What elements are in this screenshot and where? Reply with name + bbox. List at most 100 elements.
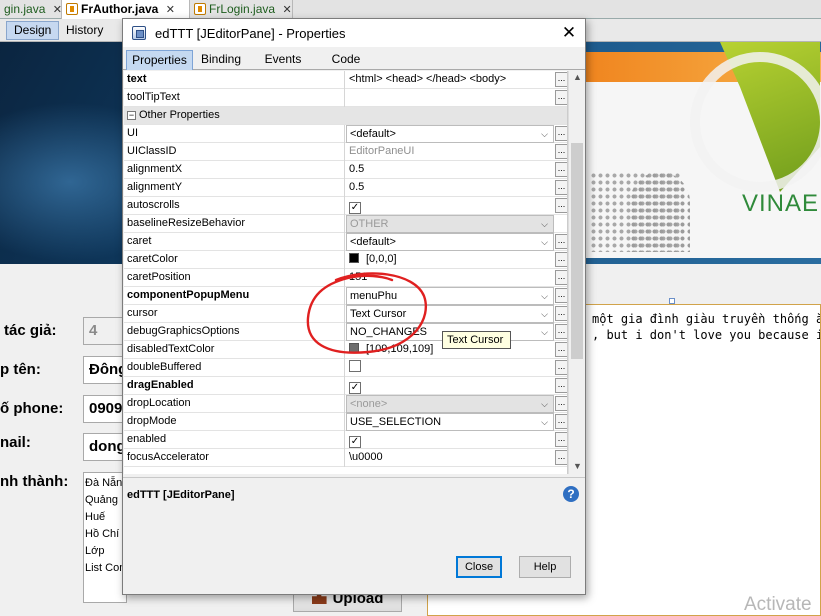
tab-events[interactable]: Events [253, 50, 313, 70]
property-row[interactable]: doubleBuffered... [124, 359, 567, 377]
property-value[interactable]: <default> ⌵ [346, 233, 554, 251]
property-row[interactable]: UI <default> ⌵... [124, 125, 567, 143]
close-button[interactable]: Close [456, 556, 502, 578]
property-value[interactable]: 0.5 [346, 179, 554, 197]
dialog-title-bar[interactable]: edTTT [JEditorPane] - Properties ✕ [123, 19, 585, 47]
property-value[interactable]: ✓ [346, 377, 554, 395]
file-tab[interactable]: gin.java ✕ [0, 0, 62, 19]
property-row[interactable]: dropLocation <none> ⌵... [124, 395, 567, 413]
ellipsis-button[interactable]: ... [555, 90, 567, 105]
list-item[interactable]: Huế [85, 509, 125, 526]
close-tab-icon[interactable]: ✕ [281, 4, 293, 16]
property-value[interactable]: ✓ [346, 431, 554, 449]
chevron-down-icon[interactable]: ⌵ [541, 288, 548, 304]
property-row[interactable]: toolTipText... [124, 89, 567, 107]
property-section-header[interactable]: − Other Properties [124, 107, 567, 125]
close-icon[interactable]: ✕ [555, 21, 583, 45]
property-row[interactable]: alignmentY 0.5... [124, 179, 567, 197]
property-row[interactable]: text <html> <head> </head> <body>... [124, 71, 567, 89]
ellipsis-button[interactable]: ... [555, 270, 567, 285]
tab-properties[interactable]: Properties [126, 50, 193, 70]
chevron-down-icon[interactable]: ⌵ [541, 324, 548, 340]
chevron-down-icon[interactable]: ⌵ [541, 414, 548, 430]
tab-binding[interactable]: Binding [193, 50, 249, 70]
property-value[interactable]: USE_SELECTION ⌵ [346, 413, 554, 431]
tab-code[interactable]: Code [318, 50, 374, 70]
ellipsis-button[interactable]: ... [555, 450, 567, 465]
property-checkbox[interactable]: ✓ [349, 382, 361, 394]
ellipsis-button[interactable]: ... [555, 198, 567, 213]
chevron-down-icon[interactable]: ⌵ [541, 126, 548, 142]
help-button[interactable]: Help [519, 556, 571, 578]
list-item[interactable]: Lớp [85, 543, 125, 560]
property-row[interactable]: UIClassID EditorPaneUI... [124, 143, 567, 161]
history-button[interactable]: History [58, 21, 111, 40]
property-row[interactable]: autoscrolls ✓... [124, 197, 567, 215]
cursor-tooltip: Text Cursor [442, 331, 511, 349]
help-icon[interactable]: ? [563, 486, 579, 502]
ellipsis-button[interactable]: ... [555, 360, 567, 375]
collapse-icon[interactable]: − [127, 111, 136, 120]
chevron-down-icon[interactable]: ⌵ [541, 396, 548, 412]
property-name-text: componentPopupMenu [127, 289, 250, 301]
scroll-thumb[interactable] [571, 143, 583, 359]
property-row[interactable]: caret <default> ⌵... [124, 233, 567, 251]
scroll-up-icon[interactable]: ▲ [572, 72, 583, 82]
email-field[interactable]: dong [83, 433, 127, 461]
property-name: − Other Properties [127, 107, 567, 125]
list-item[interactable]: Đà Nẵng [85, 475, 126, 492]
close-tab-icon[interactable]: ✕ [164, 4, 176, 16]
ellipsis-button[interactable]: ... [555, 414, 567, 429]
property-value[interactable]: <none> ⌵ [346, 395, 554, 413]
property-row[interactable]: dropMode USE_SELECTION ⌵... [124, 413, 567, 431]
ellipsis-button[interactable]: ... [555, 162, 567, 177]
property-value[interactable]: 0.5 [346, 161, 554, 179]
property-scrollbar[interactable]: ▲ ▼ [568, 71, 585, 474]
ellipsis-button[interactable]: ... [555, 396, 567, 411]
ellipsis-button[interactable]: ... [555, 342, 567, 357]
ellipsis-button[interactable]: ... [555, 144, 567, 159]
phone-field[interactable]: 0909 [83, 395, 127, 423]
ellipsis-button[interactable]: ... [555, 252, 567, 267]
property-value[interactable]: ✓ [346, 197, 554, 215]
property-checkbox[interactable]: ✓ [349, 436, 361, 448]
file-tab-active[interactable]: FrAuthor.java ✕ [62, 0, 190, 19]
property-checkbox[interactable]: ✓ [349, 202, 361, 214]
ellipsis-button[interactable]: ... [555, 126, 567, 141]
file-tab[interactable]: FrLogin.java ✕ [190, 0, 293, 19]
ellipsis-button[interactable]: ... [555, 324, 567, 339]
property-value[interactable] [346, 89, 554, 107]
name-field[interactable]: Đông [83, 356, 127, 384]
ellipsis-button[interactable]: ... [555, 234, 567, 249]
city-list[interactable]: Đà Nẵng Quảng N Huế Hồ Chí M Lớp List Co… [83, 472, 127, 603]
list-item[interactable]: Quảng N [85, 492, 126, 509]
ellipsis-button[interactable]: ... [555, 288, 567, 303]
property-row[interactable]: enabled ✓... [124, 431, 567, 449]
ellipsis-button[interactable]: ... [555, 432, 567, 447]
property-row[interactable]: focusAccelerator \u0000... [124, 449, 567, 467]
property-row[interactable]: alignmentX 0.5... [124, 161, 567, 179]
property-value[interactable]: EditorPaneUI [346, 143, 554, 161]
ellipsis-button[interactable]: ... [555, 72, 567, 87]
property-name: alignmentY [127, 179, 345, 197]
property-value[interactable]: \u0000 [346, 449, 554, 467]
design-button[interactable]: Design [6, 21, 60, 40]
property-name: UIClassID [127, 143, 345, 161]
list-item[interactable]: Hồ Chí M [85, 526, 126, 543]
property-value[interactable]: OTHER ⌵ [346, 215, 554, 233]
property-checkbox[interactable] [349, 360, 361, 372]
author-id-field[interactable]: 4 [83, 317, 127, 345]
property-row[interactable]: dragEnabled ✓... [124, 377, 567, 395]
list-item[interactable]: List Com [85, 560, 126, 577]
property-value[interactable] [346, 359, 554, 377]
scroll-down-icon[interactable]: ▼ [572, 461, 583, 471]
ellipsis-button[interactable]: ... [555, 378, 567, 393]
property-row[interactable]: baselineResizeBehavior OTHER ⌵ [124, 215, 567, 233]
chevron-down-icon[interactable]: ⌵ [541, 306, 548, 322]
ellipsis-button[interactable]: ... [555, 180, 567, 195]
ellipsis-button[interactable]: ... [555, 306, 567, 321]
property-value[interactable]: <default> ⌵ [346, 125, 554, 143]
chevron-down-icon[interactable]: ⌵ [541, 216, 548, 232]
property-value[interactable]: <html> <head> </head> <body> [346, 71, 554, 89]
chevron-down-icon[interactable]: ⌵ [541, 234, 548, 250]
